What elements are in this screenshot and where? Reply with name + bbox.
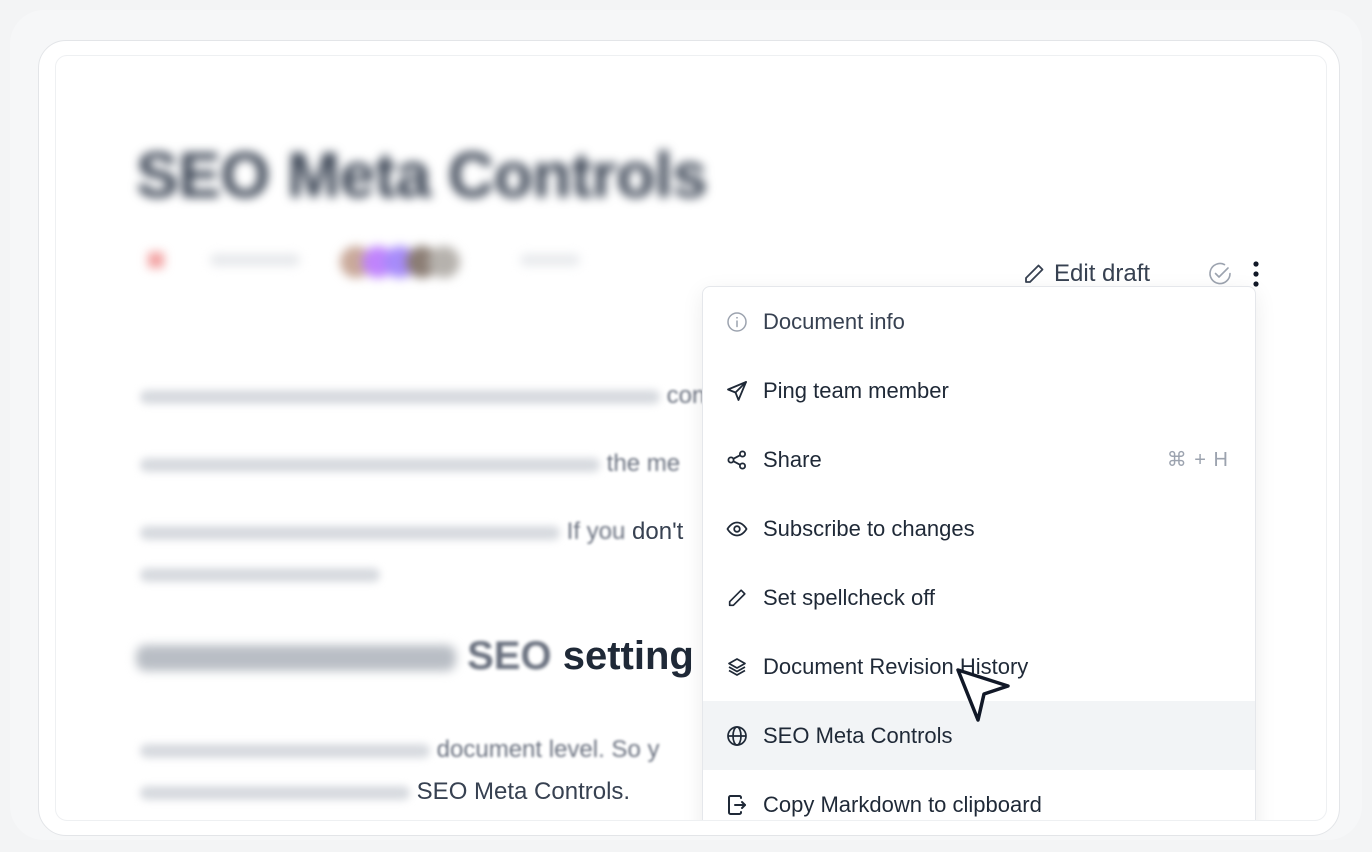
paragraph-3-line-2: [140, 560, 380, 582]
menu-item-label: Document info: [763, 308, 905, 334]
paragraph-4: document level. So y: [140, 736, 659, 763]
menu-item-spellcheck[interactable]: Set spellcheck off: [703, 563, 1255, 632]
paragraph-5: SEO Meta Controls.: [140, 778, 630, 805]
section-heading: SEO setting: [136, 634, 694, 679]
menu-item-label: Set spellcheck off: [763, 584, 936, 610]
share-icon: [725, 448, 749, 472]
mouse-pointer-icon: [956, 668, 1010, 722]
meta-date-text: [520, 254, 580, 266]
menu-item-label: Ping team member: [763, 377, 949, 403]
avatar-group: [340, 246, 470, 280]
copy-icon: [725, 793, 749, 817]
menu-item-share[interactable]: Share ⌘ + H: [703, 425, 1255, 494]
check-circle-icon[interactable]: [1206, 260, 1234, 288]
layers-icon: [725, 655, 749, 679]
edit-draft-label: Edit draft: [1054, 260, 1151, 287]
paragraph-3: If you don't: [140, 518, 683, 545]
more-actions-menu: Document info Ping team member Share ⌘ +…: [702, 286, 1256, 820]
pencil-icon: [1025, 264, 1044, 283]
menu-item-label: SEO Meta Controls: [763, 722, 953, 748]
document-page: SEO Meta Controls control the me If you: [55, 55, 1327, 821]
menu-item-label: Copy Markdown to clipboard: [763, 791, 1042, 817]
menu-item-subscribe[interactable]: Subscribe to changes: [703, 494, 1255, 563]
app-frame: SEO Meta Controls control the me If you: [38, 40, 1340, 836]
menu-item-label: Share: [763, 446, 822, 472]
globe-icon: [725, 724, 749, 748]
menu-item-label: Subscribe to changes: [763, 515, 975, 541]
info-icon: [725, 310, 749, 334]
paragraph-2: the me: [140, 450, 680, 477]
pencil-icon: [725, 586, 749, 610]
page-title: SEO Meta Controls: [136, 139, 708, 211]
share-shortcut: ⌘ + H: [1166, 449, 1229, 471]
eye-icon: [725, 517, 749, 541]
status-badge: [148, 252, 164, 268]
paragraph-1: control: [140, 382, 739, 409]
send-icon: [725, 379, 749, 403]
avatar: [428, 246, 460, 278]
menu-item-ping-team-member[interactable]: Ping team member: [703, 356, 1255, 425]
menu-item-document-info[interactable]: Document info: [703, 287, 1255, 356]
meta-status-text: [210, 254, 300, 266]
menu-item-copy-markdown[interactable]: Copy Markdown to clipboard: [703, 770, 1255, 820]
